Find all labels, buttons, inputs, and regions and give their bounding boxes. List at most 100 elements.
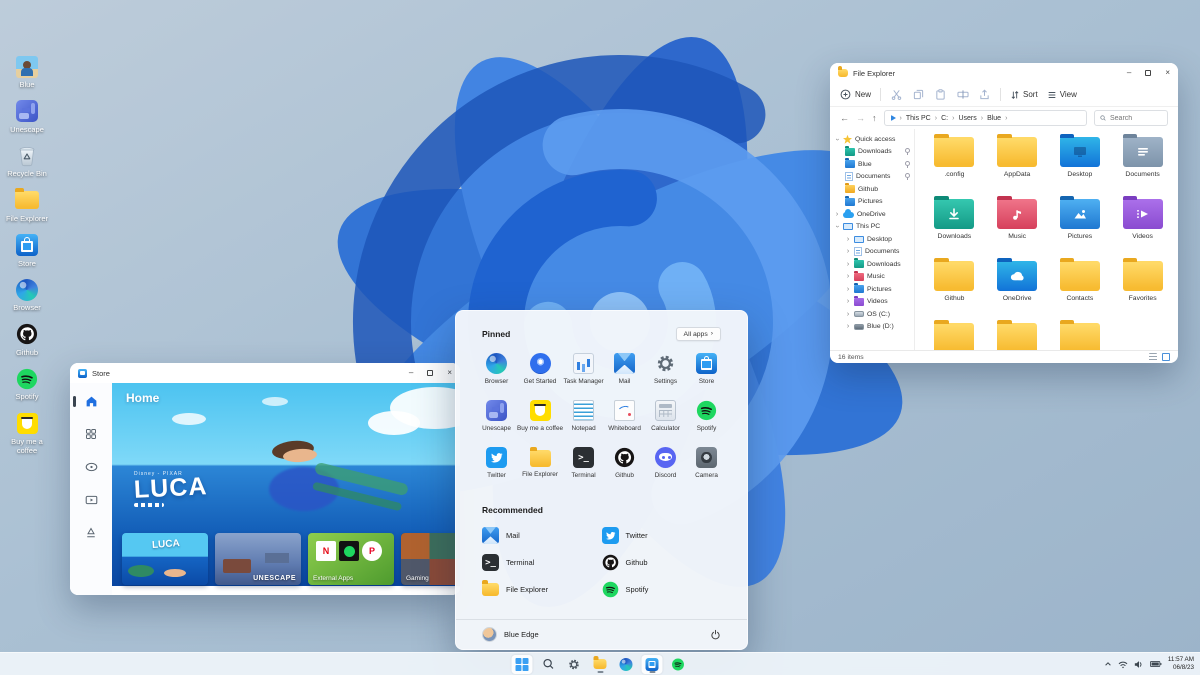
file-explorer-titlebar[interactable]: File Explorer – × (830, 63, 1178, 83)
cut-icon[interactable] (890, 88, 903, 101)
breadcrumb-item[interactable]: C: (941, 115, 948, 122)
share-icon[interactable] (978, 88, 991, 101)
folder-tile[interactable]: Contacts (1049, 261, 1112, 323)
taskbar-settings[interactable] (564, 655, 585, 674)
sidebar-item-quick-access[interactable]: › Quick access (834, 133, 914, 146)
all-apps-button[interactable]: All apps› (676, 327, 721, 341)
home-icon[interactable] (82, 393, 100, 409)
desktop-icon-unescape[interactable]: Unescape (2, 99, 52, 135)
chevron-icon[interactable]: › (834, 211, 840, 218)
sidebar-item-documents[interactable]: Documents (834, 171, 914, 184)
pinned-app-whiteboard[interactable]: Whiteboard (604, 397, 645, 444)
store-card-gaming[interactable]: Gaming (401, 533, 460, 585)
chevron-icon[interactable]: › (834, 224, 841, 230)
folder-tile[interactable]: Downloads (923, 199, 986, 261)
sidebar-item-os-c[interactable]: › OS (C:) (834, 308, 914, 321)
desktop-icon-spotify[interactable]: Spotify (2, 366, 52, 402)
desktop-icon-blue[interactable]: Blue (2, 54, 52, 90)
desktop-icon-browser[interactable]: Browser (2, 277, 52, 313)
pinned-app-mail[interactable]: Mail (604, 350, 645, 397)
sort-button[interactable]: Sort (1010, 90, 1038, 100)
pinned-app-store[interactable]: Store (686, 350, 727, 397)
close-button[interactable]: × (1165, 69, 1170, 77)
rename-icon[interactable] (956, 88, 969, 101)
recommended-spotify[interactable]: Spotify (602, 576, 722, 603)
games-icon[interactable] (82, 459, 100, 475)
folder-tile[interactable]: Github (923, 261, 986, 323)
copy-icon[interactable] (912, 88, 925, 101)
pinned-app-task-manager[interactable]: Task Manager (563, 350, 604, 397)
paste-icon[interactable] (934, 88, 947, 101)
chevron-up-icon[interactable] (1104, 660, 1112, 668)
folder-tile[interactable]: AppData (986, 137, 1049, 199)
pinned-app-github[interactable]: Github (604, 444, 645, 491)
start-button[interactable] (512, 655, 533, 674)
sidebar-item-pictures[interactable]: Pictures (834, 196, 914, 209)
sidebar-item-this-pc[interactable]: › This PC (834, 221, 914, 234)
pinned-app-settings[interactable]: Settings (645, 350, 686, 397)
thumbnail-view-icon[interactable] (1162, 353, 1170, 361)
pinned-app-calculator[interactable]: Calculator (645, 397, 686, 444)
folder-tile[interactable]: Pictures (1049, 199, 1112, 261)
pinned-app-unescape[interactable]: Unescape (476, 397, 517, 444)
sidebar-item-blue[interactable]: Blue (834, 158, 914, 171)
new-button[interactable]: New (840, 89, 871, 100)
sidebar-item-github[interactable]: Github (834, 183, 914, 196)
maximize-button[interactable] (1145, 70, 1151, 76)
user-name[interactable]: Blue Edge (504, 630, 539, 639)
desktop-icon-github[interactable]: Github (2, 322, 52, 358)
forward-button[interactable]: → (856, 114, 865, 123)
user-avatar[interactable] (482, 627, 497, 642)
apps-icon[interactable] (82, 426, 100, 442)
search-input[interactable] (1110, 115, 1162, 122)
pinned-app-get-started[interactable]: Get Started (517, 350, 563, 397)
desktop-icon-store[interactable]: Store (2, 233, 52, 269)
folder-tile[interactable]: .config (923, 137, 986, 199)
close-button[interactable]: × (447, 369, 452, 377)
folder-tile[interactable]: Documents (1111, 137, 1174, 199)
recommended-github[interactable]: Github (602, 549, 722, 576)
desktop-icon-file-explorer[interactable]: File Explorer (2, 188, 52, 224)
minimize-button[interactable]: – (409, 369, 413, 377)
pinned-app-file-explorer[interactable]: File Explorer (517, 444, 563, 491)
folder-tile[interactable]: OneDrive (986, 261, 1049, 323)
store-titlebar[interactable]: Store – × (70, 363, 460, 383)
folder-tile[interactable]: Videos (1111, 199, 1174, 261)
recommended-mail[interactable]: Mail (482, 522, 602, 549)
desktop-icon-recycle-bin[interactable]: Recycle Bin (2, 143, 52, 179)
breadcrumb-item[interactable]: Blue (987, 115, 1001, 122)
sidebar-item-blue-d[interactable]: › Blue (D:) (834, 321, 914, 334)
battery-icon[interactable] (1150, 660, 1162, 668)
sidebar-item-pictures-pc[interactable]: › Pictures (834, 283, 914, 296)
pinned-app-notepad[interactable]: Notepad (563, 397, 604, 444)
taskbar-spotify[interactable] (668, 655, 689, 674)
wifi-icon[interactable] (1118, 660, 1128, 669)
movies-icon[interactable] (82, 492, 100, 508)
breadcrumb-item[interactable]: Users (958, 115, 976, 122)
sidebar-item-documents-pc[interactable]: › Documents (834, 246, 914, 259)
taskbar-file-explorer[interactable] (590, 655, 611, 674)
minimize-button[interactable]: – (1127, 69, 1131, 77)
taskbar-search[interactable] (538, 655, 559, 674)
sidebar-item-desktop[interactable]: › Desktop (834, 233, 914, 246)
store-card-external-apps[interactable]: N P External Apps (308, 533, 394, 585)
pinned-app-browser[interactable]: Browser (476, 350, 517, 397)
back-button[interactable]: ← (840, 114, 849, 123)
folder-tile[interactable] (986, 323, 1049, 350)
pinned-app-spotify[interactable]: Spotify (686, 397, 727, 444)
sidebar-item-downloads-pc[interactable]: › Downloads (834, 258, 914, 271)
maximize-button[interactable] (427, 370, 433, 376)
recommended-terminal[interactable]: Terminal (482, 549, 602, 576)
sidebar-item-onedrive[interactable]: › OneDrive (834, 208, 914, 221)
breadcrumb-item[interactable]: This PC (906, 115, 931, 122)
folder-tile[interactable]: Desktop (1049, 137, 1112, 199)
taskbar-clock[interactable]: 11:57 AM 06/8/23 (1168, 656, 1194, 672)
breadcrumb[interactable]: › This PC › C: › Users › Blue › (884, 110, 1088, 126)
recommended-twitter[interactable]: Twitter (602, 522, 722, 549)
store-card-luca[interactable]: LUCA (122, 533, 208, 585)
sidebar-item-downloads[interactable]: Downloads (834, 146, 914, 159)
library-icon[interactable] (82, 525, 100, 541)
view-button[interactable]: View (1047, 90, 1077, 100)
store-card-unescape[interactable]: UNESCAPE (215, 533, 301, 585)
pinned-app-camera[interactable]: Camera (686, 444, 727, 491)
